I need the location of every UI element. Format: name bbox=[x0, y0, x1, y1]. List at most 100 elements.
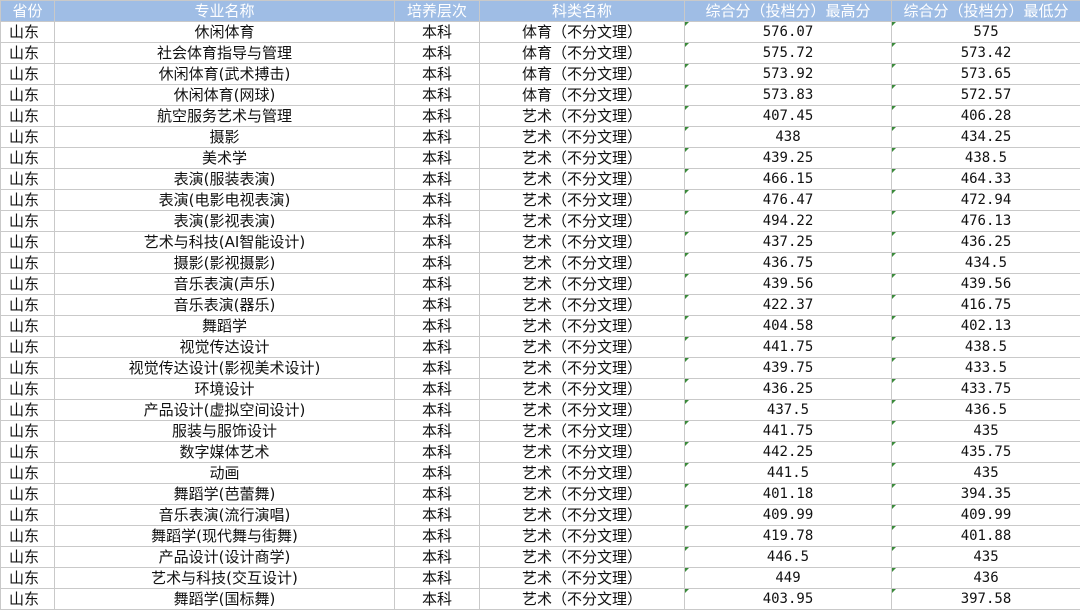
max-score-cell[interactable]: 419.78 bbox=[684, 525, 892, 547]
level-cell[interactable]: 本科 bbox=[394, 483, 480, 505]
category-cell[interactable]: 艺术（不分文理） bbox=[479, 525, 685, 547]
major-name-cell[interactable]: 表演(电影电视表演) bbox=[54, 189, 395, 211]
level-cell[interactable]: 本科 bbox=[394, 378, 480, 400]
min-score-cell[interactable]: 436.5 bbox=[891, 399, 1080, 421]
header-major-name[interactable]: 专业名称 bbox=[54, 0, 395, 22]
major-name-cell[interactable]: 休闲体育(网球) bbox=[54, 84, 395, 106]
min-score-cell[interactable]: 573.65 bbox=[891, 63, 1080, 85]
header-min-score[interactable]: 综合分（投档分）最低分 bbox=[891, 0, 1080, 22]
province-cell[interactable]: 山东 bbox=[0, 420, 55, 442]
province-cell[interactable]: 山东 bbox=[0, 252, 55, 274]
major-name-cell[interactable]: 休闲体育(武术搏击) bbox=[54, 63, 395, 85]
major-name-cell[interactable]: 舞蹈学(国标舞) bbox=[54, 588, 395, 610]
category-cell[interactable]: 艺术（不分文理） bbox=[479, 399, 685, 421]
province-cell[interactable]: 山东 bbox=[0, 567, 55, 589]
level-cell[interactable]: 本科 bbox=[394, 357, 480, 379]
max-score-cell[interactable]: 438 bbox=[684, 126, 892, 148]
level-cell[interactable]: 本科 bbox=[394, 252, 480, 274]
level-cell[interactable]: 本科 bbox=[394, 441, 480, 463]
max-score-cell[interactable]: 437.25 bbox=[684, 231, 892, 253]
province-cell[interactable]: 山东 bbox=[0, 483, 55, 505]
category-cell[interactable]: 艺术（不分文理） bbox=[479, 504, 685, 526]
min-score-cell[interactable]: 435 bbox=[891, 420, 1080, 442]
major-name-cell[interactable]: 音乐表演(流行演唱) bbox=[54, 504, 395, 526]
min-score-cell[interactable]: 409.99 bbox=[891, 504, 1080, 526]
max-score-cell[interactable]: 441.5 bbox=[684, 462, 892, 484]
min-score-cell[interactable]: 435 bbox=[891, 546, 1080, 568]
level-cell[interactable]: 本科 bbox=[394, 504, 480, 526]
level-cell[interactable]: 本科 bbox=[394, 336, 480, 358]
max-score-cell[interactable]: 403.95 bbox=[684, 588, 892, 610]
category-cell[interactable]: 体育（不分文理） bbox=[479, 21, 685, 43]
level-cell[interactable]: 本科 bbox=[394, 126, 480, 148]
major-name-cell[interactable]: 表演(服装表演) bbox=[54, 168, 395, 190]
min-score-cell[interactable]: 402.13 bbox=[891, 315, 1080, 337]
category-cell[interactable]: 艺术（不分文理） bbox=[479, 378, 685, 400]
min-score-cell[interactable]: 434.5 bbox=[891, 252, 1080, 274]
max-score-cell[interactable]: 494.22 bbox=[684, 210, 892, 232]
province-cell[interactable]: 山东 bbox=[0, 168, 55, 190]
category-cell[interactable]: 艺术（不分文理） bbox=[479, 273, 685, 295]
province-cell[interactable]: 山东 bbox=[0, 63, 55, 85]
major-name-cell[interactable]: 摄影(影视摄影) bbox=[54, 252, 395, 274]
min-score-cell[interactable]: 433.5 bbox=[891, 357, 1080, 379]
province-cell[interactable]: 山东 bbox=[0, 588, 55, 610]
province-cell[interactable]: 山东 bbox=[0, 147, 55, 169]
category-cell[interactable]: 艺术（不分文理） bbox=[479, 546, 685, 568]
major-name-cell[interactable]: 环境设计 bbox=[54, 378, 395, 400]
category-cell[interactable]: 艺术（不分文理） bbox=[479, 294, 685, 316]
category-cell[interactable]: 艺术（不分文理） bbox=[479, 483, 685, 505]
level-cell[interactable]: 本科 bbox=[394, 567, 480, 589]
category-cell[interactable]: 艺术（不分文理） bbox=[479, 210, 685, 232]
header-max-score[interactable]: 综合分（投档分）最高分 bbox=[684, 0, 892, 22]
min-score-cell[interactable]: 575 bbox=[891, 21, 1080, 43]
category-cell[interactable]: 艺术（不分文理） bbox=[479, 588, 685, 610]
category-cell[interactable]: 艺术（不分文理） bbox=[479, 336, 685, 358]
category-cell[interactable]: 艺术（不分文理） bbox=[479, 231, 685, 253]
level-cell[interactable]: 本科 bbox=[394, 210, 480, 232]
major-name-cell[interactable]: 休闲体育 bbox=[54, 21, 395, 43]
max-score-cell[interactable]: 476.47 bbox=[684, 189, 892, 211]
max-score-cell[interactable]: 437.5 bbox=[684, 399, 892, 421]
category-cell[interactable]: 艺术（不分文理） bbox=[479, 189, 685, 211]
max-score-cell[interactable]: 573.83 bbox=[684, 84, 892, 106]
province-cell[interactable]: 山东 bbox=[0, 126, 55, 148]
category-cell[interactable]: 艺术（不分文理） bbox=[479, 147, 685, 169]
major-name-cell[interactable]: 舞蹈学 bbox=[54, 315, 395, 337]
min-score-cell[interactable]: 397.58 bbox=[891, 588, 1080, 610]
category-cell[interactable]: 体育（不分文理） bbox=[479, 84, 685, 106]
min-score-cell[interactable]: 464.33 bbox=[891, 168, 1080, 190]
min-score-cell[interactable]: 572.57 bbox=[891, 84, 1080, 106]
level-cell[interactable]: 本科 bbox=[394, 105, 480, 127]
level-cell[interactable]: 本科 bbox=[394, 525, 480, 547]
min-score-cell[interactable]: 438.5 bbox=[891, 336, 1080, 358]
major-name-cell[interactable]: 动画 bbox=[54, 462, 395, 484]
major-name-cell[interactable]: 航空服务艺术与管理 bbox=[54, 105, 395, 127]
max-score-cell[interactable]: 441.75 bbox=[684, 336, 892, 358]
min-score-cell[interactable]: 434.25 bbox=[891, 126, 1080, 148]
max-score-cell[interactable]: 436.75 bbox=[684, 252, 892, 274]
max-score-cell[interactable]: 575.72 bbox=[684, 42, 892, 64]
max-score-cell[interactable]: 441.75 bbox=[684, 420, 892, 442]
major-name-cell[interactable]: 艺术与科技(交互设计) bbox=[54, 567, 395, 589]
province-cell[interactable]: 山东 bbox=[0, 378, 55, 400]
province-cell[interactable]: 山东 bbox=[0, 525, 55, 547]
level-cell[interactable]: 本科 bbox=[394, 546, 480, 568]
min-score-cell[interactable]: 436.25 bbox=[891, 231, 1080, 253]
category-cell[interactable]: 艺术（不分文理） bbox=[479, 126, 685, 148]
level-cell[interactable]: 本科 bbox=[394, 168, 480, 190]
major-name-cell[interactable]: 摄影 bbox=[54, 126, 395, 148]
category-cell[interactable]: 艺术（不分文理） bbox=[479, 441, 685, 463]
min-score-cell[interactable]: 436 bbox=[891, 567, 1080, 589]
major-name-cell[interactable]: 社会体育指导与管理 bbox=[54, 42, 395, 64]
max-score-cell[interactable]: 449 bbox=[684, 567, 892, 589]
header-province[interactable]: 省份 bbox=[0, 0, 55, 22]
category-cell[interactable]: 艺术（不分文理） bbox=[479, 420, 685, 442]
level-cell[interactable]: 本科 bbox=[394, 273, 480, 295]
max-score-cell[interactable]: 439.56 bbox=[684, 273, 892, 295]
province-cell[interactable]: 山东 bbox=[0, 273, 55, 295]
max-score-cell[interactable]: 576.07 bbox=[684, 21, 892, 43]
level-cell[interactable]: 本科 bbox=[394, 63, 480, 85]
level-cell[interactable]: 本科 bbox=[394, 42, 480, 64]
min-score-cell[interactable]: 472.94 bbox=[891, 189, 1080, 211]
